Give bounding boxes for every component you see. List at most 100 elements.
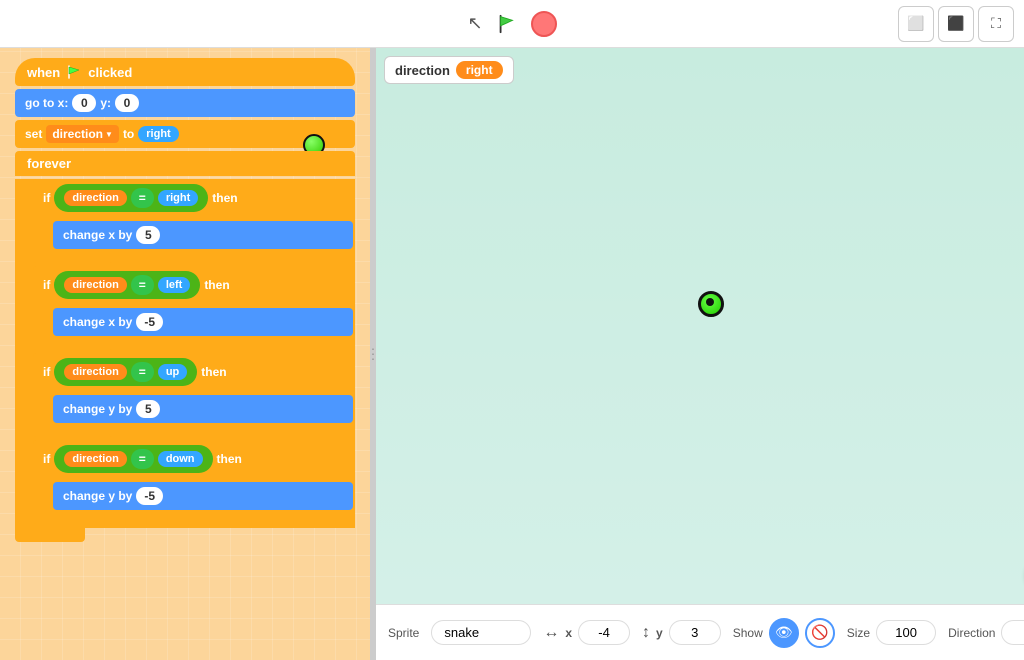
direction-label: Direction [948, 626, 995, 640]
when-clicked-block[interactable]: when clicked [15, 58, 355, 86]
c-footer-1 [33, 251, 113, 263]
code-panel: when clicked go to x: 0 y: 0 set [0, 48, 370, 660]
layout-btn-2[interactable]: ⬛ [938, 6, 974, 42]
stage-canvas [376, 48, 1024, 604]
c-inner-2: change x by -5 [51, 304, 355, 338]
y-coord-icon: ↕ [642, 624, 650, 642]
equals2: = [131, 275, 154, 295]
c-inner-1: change x by 5 [51, 217, 355, 251]
main-content: when clicked go to x: 0 y: 0 set [0, 48, 1024, 660]
dir-var3: direction [64, 277, 126, 293]
c-side-1 [33, 207, 51, 251]
layout-btn-1[interactable]: ⬜ [898, 6, 934, 42]
then3-label: then [201, 365, 226, 379]
equals1: = [131, 188, 154, 208]
layout-btn-3[interactable]: ⛶ [978, 6, 1014, 42]
condition-right[interactable]: direction = right [54, 184, 208, 212]
down-val: down [158, 451, 203, 467]
change-x2-label: change x by [63, 315, 132, 329]
show-label: Show [733, 626, 763, 640]
green-flag-button[interactable] [493, 10, 521, 38]
if2-label: if [43, 278, 50, 292]
to-label: to [123, 127, 134, 141]
equals3: = [131, 362, 154, 382]
display-var-value: right [456, 61, 503, 79]
change-y2-label: change y by [63, 489, 132, 503]
stop-button[interactable] [531, 11, 557, 37]
change-x1-label: change x by [63, 228, 132, 242]
condition-up[interactable]: direction = up [54, 358, 197, 386]
sprite-label: Sprite [388, 626, 419, 640]
change-y1-label: change y by [63, 402, 132, 416]
if4-label: if [43, 452, 50, 466]
dir-var5: direction [64, 451, 126, 467]
change-y2-block[interactable]: change y by -5 [53, 482, 353, 510]
change-y2-val[interactable]: -5 [136, 487, 163, 505]
clicked-label: clicked [88, 65, 132, 80]
dropdown-arrow: ▼ [105, 130, 113, 139]
stage-panel: direction right ⊕ Sprite ↔ x ↕ y [376, 48, 1024, 660]
then2-label: then [204, 278, 229, 292]
c-footer-4 [33, 512, 113, 524]
right-val: right [158, 190, 198, 206]
layout-buttons: ⬜ ⬛ ⛶ [898, 6, 1014, 42]
change-x1-val[interactable]: 5 [136, 226, 160, 244]
condition-down[interactable]: direction = down [54, 445, 212, 473]
y-coord-label: y [656, 626, 663, 640]
stage-area[interactable]: direction right ⊕ [376, 48, 1024, 604]
dir-var2: direction [64, 190, 126, 206]
condition-left[interactable]: direction = left [54, 271, 200, 299]
if-left-block: if direction = left then [33, 266, 355, 350]
if-down-block: if direction = down then [33, 440, 355, 524]
x-coord-group: ↔ x [543, 620, 630, 645]
direction-group: Direction [948, 620, 1024, 645]
c-inner-4: change y by -5 [51, 478, 355, 512]
direction-value-pill[interactable]: right [138, 126, 178, 142]
direction-var-label: direction [52, 127, 103, 141]
display-var-name: direction [395, 63, 450, 78]
if-up-header[interactable]: if direction = up then [33, 353, 355, 391]
sprite-name-input[interactable] [431, 620, 531, 645]
size-input[interactable] [876, 620, 936, 645]
if-left-header[interactable]: if direction = left then [33, 266, 355, 304]
x-coord-icon: ↔ [543, 624, 559, 642]
change-x2-val[interactable]: -5 [136, 313, 163, 331]
c-side-3 [33, 381, 51, 425]
if-down-header[interactable]: if direction = down then [33, 440, 355, 478]
show-visible-button[interactable]: 👁 [769, 618, 799, 648]
then1-label: then [212, 191, 237, 205]
if-right-header[interactable]: if direction = right then [33, 179, 355, 217]
c-side-4 [33, 468, 51, 512]
x-coord-input[interactable] [578, 620, 630, 645]
y-coord-group: ↕ y [642, 620, 721, 645]
forever-wrap: forever if direction = [15, 151, 355, 542]
flag-icon [66, 64, 82, 80]
goto-y-input[interactable]: 0 [115, 94, 139, 112]
forever-body: if direction = right then [15, 179, 355, 528]
size-label: Size [847, 626, 870, 640]
show-hidden-button[interactable]: 🚫 [805, 618, 835, 648]
goto-y-label: y: [100, 96, 111, 110]
change-y1-val[interactable]: 5 [136, 400, 160, 418]
top-bar-center: ↖ [467, 10, 556, 38]
set-label: set [25, 127, 42, 141]
change-y1-block[interactable]: change y by 5 [53, 395, 353, 423]
up-val: up [158, 364, 187, 380]
code-content: when clicked go to x: 0 y: 0 set [15, 58, 355, 542]
change-x2-block[interactable]: change x by -5 [53, 308, 353, 336]
c-footer-2 [33, 338, 113, 350]
direction-dropdown[interactable]: direction ▼ [46, 125, 119, 143]
direction-input[interactable] [1001, 620, 1024, 645]
y-coord-input[interactable] [669, 620, 721, 645]
show-group: Show 👁 🚫 [733, 618, 835, 648]
if1-label: if [43, 191, 50, 205]
if3-label: if [43, 365, 50, 379]
forever-header[interactable]: forever [15, 151, 355, 176]
change-x1-block[interactable]: change x by 5 [53, 221, 353, 249]
goto-label: go to x: [25, 96, 68, 110]
if-right-block: if direction = right then [33, 179, 355, 263]
goto-x-input[interactable]: 0 [72, 94, 96, 112]
goto-block[interactable]: go to x: 0 y: 0 [15, 89, 355, 117]
sprite-info-bar: Sprite ↔ x ↕ y Show 👁 🚫 Size [376, 604, 1024, 660]
stage-sprite[interactable] [698, 291, 724, 317]
